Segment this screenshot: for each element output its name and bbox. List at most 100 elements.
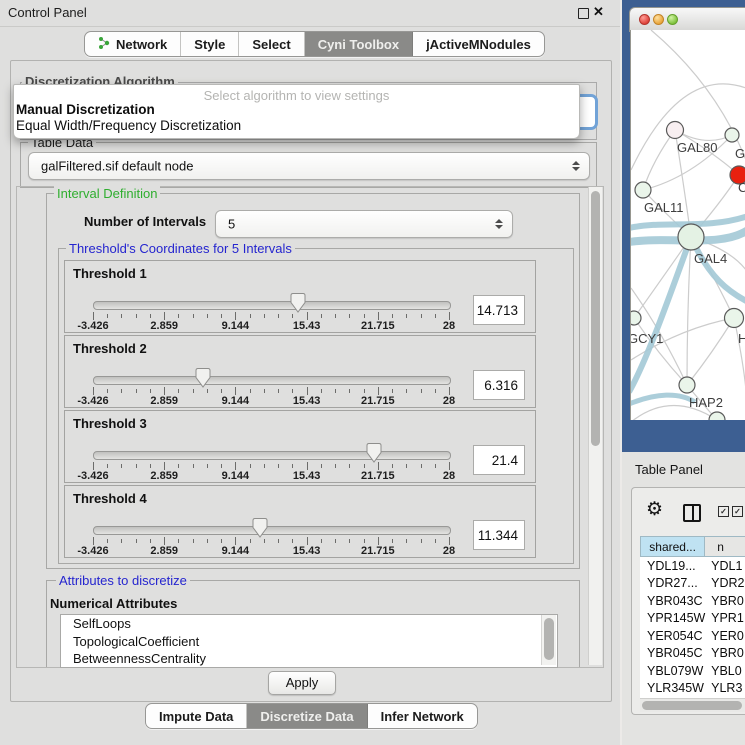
network-node-hap2[interactable] <box>679 377 695 393</box>
tick-mark <box>321 539 322 543</box>
gear-icon[interactable]: ⚙ <box>646 500 663 519</box>
zoom-window-icon[interactable] <box>667 14 678 25</box>
slider-track[interactable] <box>93 451 451 460</box>
tick-mark <box>121 464 122 468</box>
list-item-topologicalcoefficient[interactable]: TopologicalCoefficient <box>61 633 557 651</box>
columns-icon[interactable] <box>683 504 701 522</box>
numerical-attributes-list[interactable]: SelfLoopsTopologicalCoefficientBetweenne… <box>60 614 558 668</box>
algorithm-option-manual-discretization[interactable]: Manual Discretization <box>16 102 155 117</box>
tab-infer-network[interactable]: Infer Network <box>368 704 477 728</box>
tick-mark <box>264 389 265 393</box>
scrollbar-thumb[interactable] <box>544 618 554 660</box>
network-window-titlebar[interactable] <box>629 7 745 32</box>
threshold-value-field[interactable] <box>473 295 525 325</box>
tick-label: 9.144 <box>222 470 250 482</box>
table-row[interactable]: YLR345WYLR3 <box>640 680 745 698</box>
tick-mark <box>449 537 450 545</box>
attributes-list-scrollbar[interactable] <box>541 615 556 665</box>
tab-impute-data[interactable]: Impute Data <box>146 704 247 728</box>
network-node-node-top-right[interactable] <box>725 128 739 142</box>
tab-label: Infer Network <box>381 709 464 724</box>
float-panel-icon[interactable] <box>578 8 589 19</box>
network-edge-thick[interactable] <box>631 395 695 404</box>
threshold-slider-3[interactable]: -3.4262.8599.14415.4321.71528 <box>65 411 535 482</box>
tick-label: -3.426 <box>77 545 108 557</box>
tick-mark <box>278 314 279 318</box>
close-panel-icon[interactable]: ✕ <box>593 4 604 20</box>
slider-thumb[interactable] <box>195 367 211 388</box>
tab-discretize-data[interactable]: Discretize Data <box>247 704 367 728</box>
tick-mark <box>164 387 165 395</box>
tick-mark <box>335 389 336 393</box>
network-edge[interactable] <box>734 318 745 390</box>
network-node-gal4[interactable] <box>678 224 704 250</box>
tab-cyni-toolbox[interactable]: Cyni Toolbox <box>305 32 413 56</box>
table-row[interactable]: YPR145WYPR1 <box>640 610 745 628</box>
tick-mark <box>292 539 293 543</box>
threshold-value-field[interactable] <box>473 370 525 400</box>
network-edge[interactable] <box>687 237 691 385</box>
number-of-intervals-label: Number of Intervals <box>84 214 206 229</box>
tab-select[interactable]: Select <box>239 32 304 56</box>
tick-label: 15.43 <box>293 545 321 557</box>
interval-definition-group-label: Interval Definition <box>54 186 160 201</box>
unselect-all-icon[interactable]: ✓ <box>732 506 743 517</box>
tab-jactivemnodules[interactable]: jActiveMNodules <box>413 32 544 56</box>
slider-track[interactable] <box>93 526 451 535</box>
slider-track[interactable] <box>93 301 451 310</box>
network-node-node-right-h[interactable] <box>725 309 744 328</box>
slider-thumb[interactable] <box>366 442 382 463</box>
tick-mark <box>193 539 194 543</box>
table-rows: YDL19...YDL1YDR27...YDR2YBR043CYBR0YPR14… <box>640 557 745 698</box>
table-row[interactable]: YBR043CYBR0 <box>640 592 745 610</box>
tab-network[interactable]: Network <box>85 32 181 56</box>
tick-label: 28 <box>443 395 455 407</box>
table-header-col-1[interactable]: shared... <box>640 536 705 557</box>
threshold-panel-4: Threshold 4-3.4262.8599.14415.4321.71528 <box>64 485 536 558</box>
threshold-value-field[interactable] <box>473 520 525 550</box>
algorithm-option-equal-width-frequency-discretization[interactable]: Equal Width/Frequency Discretization <box>16 118 241 133</box>
threshold-slider-4[interactable]: -3.4262.8599.14415.4321.71528 <box>65 486 535 557</box>
table-row[interactable]: YBL079WYBL0 <box>640 662 745 680</box>
network-edge[interactable] <box>631 84 745 170</box>
table-row[interactable]: YBR045CYBR0 <box>640 645 745 663</box>
scrollbar-thumb[interactable] <box>642 701 742 710</box>
threshold-value-field[interactable] <box>473 445 525 475</box>
tab-style[interactable]: Style <box>181 32 239 56</box>
tick-mark <box>435 464 436 468</box>
select-all-icon[interactable]: ✓ <box>718 506 729 517</box>
table-row[interactable]: YDL19...YDL1 <box>640 557 745 575</box>
apply-button[interactable]: Apply <box>268 671 336 695</box>
table-cell: YBR045C <box>640 646 708 660</box>
threshold-slider-1[interactable]: -3.4262.8599.14415.4321.71528 <box>65 261 535 332</box>
scrollbar-thumb[interactable] <box>591 191 600 446</box>
slider-thumb[interactable] <box>252 517 268 538</box>
minimize-window-icon[interactable] <box>653 14 664 25</box>
tick-label: 2.859 <box>150 395 178 407</box>
network-node-gal80[interactable] <box>667 122 684 139</box>
tick-mark <box>107 314 108 318</box>
table-row[interactable]: YDR27...YDR2 <box>640 575 745 593</box>
threshold-slider-2[interactable]: -3.4262.8599.14415.4321.71528 <box>65 336 535 407</box>
table-header-col-2[interactable]: n <box>705 536 745 557</box>
tick-mark <box>435 539 436 543</box>
network-node-gal11[interactable] <box>635 182 651 198</box>
network-view-canvas[interactable]: GAL80GACGAL11GAL4GCY1HHAP2 <box>630 30 745 420</box>
list-item-selfloops[interactable]: SelfLoops <box>61 615 557 633</box>
table-row[interactable]: YER054CYER0 <box>640 627 745 645</box>
algorithm-hint-option[interactable]: Select algorithm to view settings <box>14 88 579 103</box>
tick-mark <box>321 314 322 318</box>
slider-thumb[interactable] <box>290 292 306 313</box>
close-window-icon[interactable] <box>639 14 650 25</box>
network-node-gcy1[interactable] <box>631 311 641 325</box>
network-edge[interactable] <box>687 318 734 385</box>
settings-vertical-scrollbar[interactable] <box>588 187 602 665</box>
number-of-intervals-select[interactable]: 5 <box>215 210 513 238</box>
slider-track[interactable] <box>93 376 451 385</box>
list-item-betweennesscentrality[interactable]: BetweennessCentrality <box>61 650 557 668</box>
tab-label: Network <box>116 37 167 52</box>
tick-mark <box>449 462 450 470</box>
table-horizontal-scrollbar[interactable] <box>640 698 745 712</box>
threshold-panel-3: Threshold 3-3.4262.8599.14415.4321.71528 <box>64 410 536 483</box>
table-data-select[interactable]: galFiltered.sif default node <box>28 152 590 180</box>
